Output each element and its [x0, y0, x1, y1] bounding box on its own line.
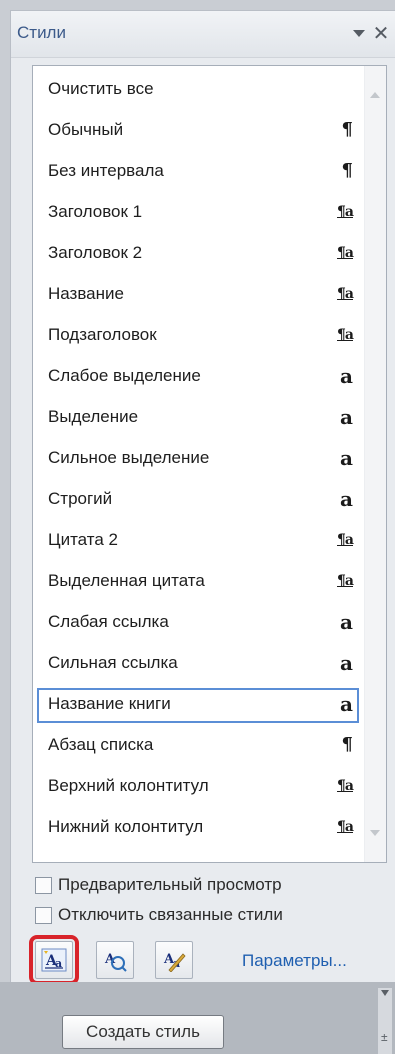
style-list-item[interactable]: Сильная ссылка a: [37, 647, 359, 682]
linked-style-icon: ¶a: [337, 778, 354, 794]
style-name-label: Сильное выделение: [48, 448, 210, 467]
scroll-up-arrow-icon[interactable]: [370, 92, 380, 98]
character-style-icon: a: [340, 651, 353, 675]
style-name-label: Выделенная цитата: [48, 571, 205, 590]
style-name-label: Обычный: [48, 120, 124, 139]
tooltip-create-style: Создать стиль: [62, 1015, 224, 1049]
style-list-item[interactable]: Строгий a: [37, 483, 359, 518]
styles-list[interactable]: Очистить все Обычный ¶ Без интервала ¶ Заголо…: [32, 65, 387, 863]
style-name-label: Слабое выделение: [48, 366, 201, 385]
style-list-item[interactable]: Выделенная цитата ¶a: [37, 565, 359, 600]
style-list-item[interactable]: Нижний колонтитул ¶a: [37, 811, 359, 846]
style-list-item[interactable]: Слабое выделение a: [37, 360, 359, 395]
style-list-item[interactable]: Название книги a: [37, 688, 359, 723]
style-name-label: Название книги: [48, 694, 171, 713]
styles-list-scrollbar[interactable]: [364, 66, 386, 862]
style-list-item[interactable]: Абзац списка ¶: [37, 729, 359, 764]
preview-option[interactable]: Предварительный просмотр: [35, 873, 282, 897]
scroll-down-arrow-icon[interactable]: [370, 830, 380, 836]
linked-style-icon: ¶a: [337, 819, 354, 835]
style-name-label: Сильная ссылка: [48, 653, 178, 672]
pane-title-bar: Стили ✕: [11, 11, 395, 58]
new-style-button[interactable]: A a: [29, 935, 79, 985]
character-style-icon: a: [340, 364, 353, 388]
style-list-item[interactable]: Слабая ссылка a: [37, 606, 359, 641]
linked-style-icon: ¶a: [337, 204, 354, 220]
style-name-label: Заголовок 1: [48, 202, 143, 221]
style-name-label: Цитата 2: [48, 530, 118, 549]
style-list-item[interactable]: Выделение a: [37, 401, 359, 436]
style-name-label: Очистить все: [48, 79, 154, 98]
linked-style-icon: ¶a: [337, 245, 354, 261]
style-name-label: Абзац списка: [48, 735, 154, 754]
style-name-label: Заголовок 2: [48, 243, 143, 262]
options-link[interactable]: Параметры...: [242, 951, 347, 971]
style-name-label: Подзаголовок: [48, 325, 157, 344]
style-name-label: Выделение: [48, 407, 139, 426]
edge-scrollbar[interactable]: [378, 988, 392, 1054]
paragraph-style-icon: ¶: [341, 734, 353, 755]
new-style-icon: A a: [41, 948, 67, 972]
style-list-item[interactable]: Очистить все: [37, 73, 359, 108]
character-style-icon: a: [340, 610, 353, 634]
character-style-icon: a: [340, 446, 353, 470]
manage-styles-icon: A a: [163, 952, 186, 972]
manage-styles-button[interactable]: A a: [155, 941, 193, 979]
edge-split-icon[interactable]: ±: [381, 1030, 388, 1044]
disable-linked-styles-option[interactable]: Отключить связанные стили: [35, 903, 283, 927]
style-name-label: Строгий: [48, 489, 113, 508]
style-inspector-icon: A: [104, 952, 127, 972]
pane-options-dropdown-icon[interactable]: [350, 25, 368, 43]
style-list-item[interactable]: Сильное выделение a: [37, 442, 359, 477]
style-list-item[interactable]: Обычный ¶: [37, 114, 359, 149]
character-style-icon: a: [340, 405, 353, 429]
style-list-item[interactable]: Название ¶a: [37, 278, 359, 313]
linked-style-icon: ¶a: [337, 532, 354, 548]
edge-arrow-down-icon[interactable]: [381, 990, 389, 996]
paragraph-style-icon: ¶: [341, 119, 353, 140]
style-list-item[interactable]: Верхний колонтитул ¶a: [37, 770, 359, 805]
style-list-item[interactable]: Заголовок 1 ¶a: [37, 196, 359, 231]
style-list-item[interactable]: Заголовок 2 ¶a: [37, 237, 359, 272]
style-inspector-button[interactable]: A: [96, 941, 134, 979]
styles-pane: Стили ✕ Очистить все Обычный ¶ Без интервал…: [10, 10, 395, 985]
paragraph-style-icon: ¶: [341, 160, 353, 181]
style-name-label: Без интервала: [48, 161, 164, 180]
linked-style-icon: ¶a: [337, 286, 354, 302]
linked-style-icon: ¶a: [337, 327, 354, 343]
disable-linked-styles-checkbox[interactable]: [35, 906, 52, 924]
disable-linked-styles-label: Отключить связанные стили: [58, 905, 283, 924]
style-name-label: Название: [48, 284, 124, 303]
style-name-label: Слабая ссылка: [48, 612, 169, 631]
style-name-label: Нижний колонтитул: [48, 817, 204, 836]
pane-title: Стили: [17, 23, 66, 42]
style-list-item[interactable]: Цитата 2 ¶a: [37, 524, 359, 559]
character-style-icon: a: [340, 487, 353, 511]
character-style-icon: a: [340, 692, 353, 716]
style-list-item[interactable]: Без интервала ¶: [37, 155, 359, 190]
style-name-label: Верхний колонтитул: [48, 776, 209, 795]
close-icon[interactable]: ✕: [371, 23, 391, 45]
preview-checkbox[interactable]: [35, 876, 52, 894]
preview-label: Предварительный просмотр: [58, 875, 282, 894]
style-list-item[interactable]: Подзаголовок ¶a: [37, 319, 359, 354]
linked-style-icon: ¶a: [337, 573, 354, 589]
